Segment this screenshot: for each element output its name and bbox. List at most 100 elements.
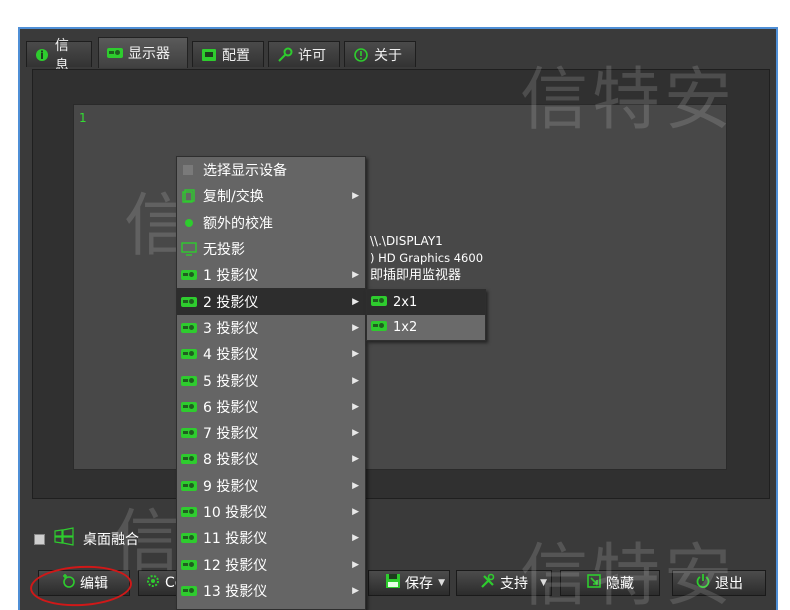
submenu-arrow-icon: ▶ — [352, 191, 359, 202]
menu-item-7-projectors[interactable]: 7 投影仪 ▶ — [177, 420, 365, 446]
copy-icon — [181, 189, 197, 204]
submenu-arrow-icon: ▶ — [352, 375, 359, 386]
submenu-arrow-icon: ▶ — [352, 296, 359, 307]
tools-icon — [480, 573, 496, 593]
menu-item-label: 2 投影仪 — [203, 294, 259, 311]
projector-icon — [181, 400, 197, 414]
menu-item-label: 选择显示设备 — [203, 163, 287, 180]
menu-item-3-projectors[interactable]: 3 投影仪 ▶ — [177, 315, 365, 341]
display-layout-canvas[interactable]: 1 \\.\DISPLAY1 ) HD Graphics 4600 即插即用监视… — [73, 104, 727, 470]
submenu-item-label: 1x2 — [393, 320, 418, 335]
select-device-icon — [181, 163, 197, 177]
hide-button[interactable]: 隐藏 — [560, 570, 660, 596]
display-monitor-name: 即插即用监视器 — [370, 268, 462, 283]
menu-item-label: 6 投影仪 — [203, 399, 259, 416]
menu-item-label: 11 投影仪 — [203, 531, 268, 548]
submenu-item-label: 2x1 — [393, 295, 418, 310]
edit-button-label: 编辑 — [80, 576, 108, 592]
submenu-item-2x1[interactable]: 2x1 — [367, 290, 485, 315]
menu-item-extra-calibration[interactable]: 额外的校准 — [177, 210, 365, 236]
menu-item-label: 12 投影仪 — [203, 557, 268, 574]
projector-icon — [181, 558, 197, 572]
power-icon — [695, 573, 711, 593]
menu-item-10-projectors[interactable]: 10 投影仪 ▶ — [177, 499, 365, 525]
menu-item-9-projectors[interactable]: 9 投影仪 ▶ — [177, 473, 365, 499]
exit-button-label: 退出 — [715, 576, 743, 592]
menu-item-label: 5 投影仪 — [203, 373, 259, 390]
menu-item-copy-swap[interactable]: 复制/交换 ▶ — [177, 183, 365, 209]
save-button-label: 保存 — [405, 576, 433, 592]
menu-item-13-projectors[interactable]: 13 投影仪 ▶ — [177, 578, 365, 604]
submenu-arrow-icon: ▶ — [352, 480, 359, 491]
menu-item-6-projectors[interactable]: 6 投影仪 ▶ — [177, 394, 365, 420]
tab-license[interactable]: 许可 — [268, 41, 340, 67]
submenu-arrow-icon: ▶ — [352, 454, 359, 465]
tab-display[interactable]: 显示器 — [98, 37, 188, 68]
display-info: \\.\DISPLAY1 ) HD Graphics 4600 即插即用监视器 — [370, 233, 483, 284]
desktop-blend-label: 桌面融合 — [83, 532, 139, 548]
windows-logo-icon — [53, 527, 75, 551]
menu-item-2-projectors[interactable]: 2 投影仪 ▶ — [177, 288, 365, 315]
chevron-down-icon[interactable]: ▼ — [540, 578, 547, 588]
edit-button[interactable]: 编辑 — [38, 570, 130, 596]
menu-item-label: 10 投影仪 — [203, 505, 268, 521]
menu-item-label: 复制/交换 — [203, 189, 264, 206]
tab-config-label: 配置 — [222, 47, 250, 64]
submenu-arrow-icon: ▶ — [352, 270, 359, 281]
menu-item-label: 4 投影仪 — [203, 347, 259, 364]
tab-info[interactable]: 信息 — [26, 38, 92, 74]
projector-icon — [107, 45, 123, 61]
display-device-name: \\.\DISPLAY1 — [370, 234, 443, 248]
radio-dot-icon — [181, 216, 197, 230]
exit-button[interactable]: 退出 — [672, 570, 766, 596]
projector-icon — [181, 426, 197, 440]
support-button[interactable]: 支持 ▼ — [456, 570, 552, 596]
menu-item-8-projectors[interactable]: 8 投影仪 ▶ — [177, 446, 365, 472]
projector-layout-submenu: 2x1 1x2 — [366, 289, 486, 341]
submenu-arrow-icon: ▶ — [352, 585, 359, 596]
desktop-blend-checkbox[interactable] — [34, 533, 45, 545]
menu-item-5-projectors[interactable]: 5 投影仪 ▶ — [177, 367, 365, 393]
gear-icon — [145, 573, 161, 593]
hide-icon — [586, 573, 602, 593]
save-button[interactable]: 保存 ▼ — [368, 570, 450, 596]
support-button-label: 支持 — [500, 576, 528, 592]
config-icon — [201, 47, 217, 63]
menu-item-1-projector[interactable]: 1 投影仪 ▶ — [177, 262, 365, 288]
menu-item-label: 无投影 — [203, 242, 245, 259]
key-icon — [277, 47, 293, 63]
tab-config[interactable]: 配置 — [192, 41, 264, 67]
tab-about[interactable]: 关于 — [344, 41, 416, 67]
submenu-arrow-icon: ▶ — [352, 533, 359, 544]
config-button[interactable]: Co — [138, 570, 183, 596]
projector-icon — [181, 531, 197, 545]
edit-icon — [60, 573, 76, 593]
menu-item-label: 1 投影仪 — [203, 268, 259, 285]
tab-license-label: 许可 — [298, 47, 326, 64]
info-icon — [35, 47, 50, 63]
display-number: 1 — [79, 111, 87, 125]
menu-item-label: 额外的校准 — [203, 215, 273, 232]
menu-item-no-projection[interactable]: 无投影 — [177, 236, 365, 262]
tab-bar: 信息 显示器 配置 许可 关于 — [20, 37, 776, 74]
context-menu: 选择显示设备 复制/交换 ▶ 额外的校准 无投影 1 投影仪 ▶ 2 投影仪 ▶… — [176, 156, 366, 610]
submenu-arrow-icon: ▶ — [352, 401, 359, 412]
desktop-blend-option[interactable]: 桌面融合 — [34, 527, 139, 551]
projector-icon — [181, 452, 197, 466]
menu-item-12-projectors[interactable]: 12 投影仪 ▶ — [177, 551, 365, 577]
projector-icon — [181, 321, 197, 335]
save-icon — [385, 573, 401, 593]
menu-item-11-projectors[interactable]: 11 投影仪 ▶ — [177, 525, 365, 551]
menu-item-label: 3 投影仪 — [203, 320, 259, 337]
display-panel: 1 \\.\DISPLAY1 ) HD Graphics 4600 即插即用监视… — [32, 69, 770, 499]
menu-item-label: 13 投影仪 — [203, 583, 268, 600]
submenu-arrow-icon: ▶ — [352, 559, 359, 570]
menu-item-label: 8 投影仪 — [203, 452, 259, 469]
menu-item-select-device[interactable]: 选择显示设备 — [177, 157, 365, 183]
projector-icon — [181, 505, 197, 519]
menu-item-4-projectors[interactable]: 4 投影仪 ▶ — [177, 341, 365, 367]
chevron-down-icon[interactable]: ▼ — [438, 578, 445, 588]
monitor-icon — [181, 242, 197, 256]
projector-icon — [181, 584, 197, 598]
submenu-item-1x2[interactable]: 1x2 — [367, 315, 485, 340]
